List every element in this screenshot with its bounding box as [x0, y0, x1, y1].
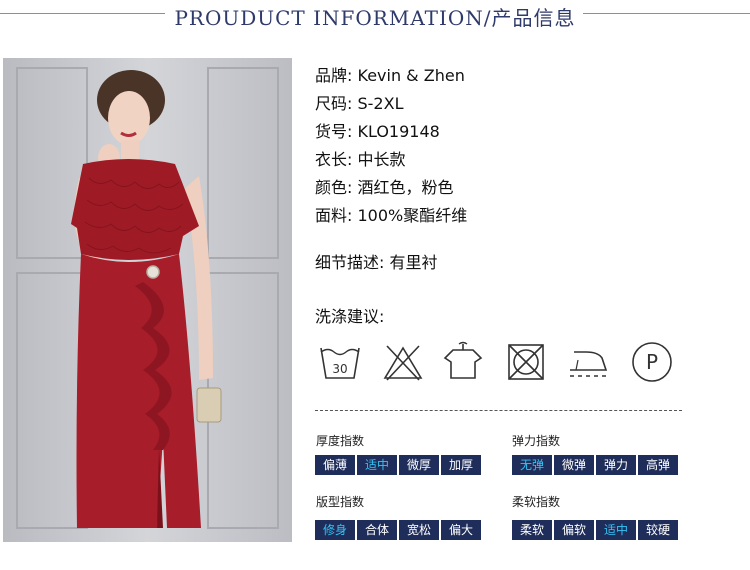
index-cell: 微厚 — [399, 455, 439, 475]
elasticity-index-title: 弹力指数 — [512, 434, 561, 448]
index-cell: 微弹 — [554, 455, 594, 475]
index-cell: 偏大 — [441, 520, 481, 540]
spec-key: 货号: — [315, 122, 353, 141]
index-cell: 柔软 — [512, 520, 552, 540]
spec-value: 100%聚酯纤维 — [357, 206, 468, 225]
elasticity-index-row: 无弹 微弹 弹力 高弹 — [512, 455, 678, 475]
wash-temp-label: 30 — [332, 362, 347, 376]
spec-value: KLO19148 — [357, 122, 440, 141]
spec-color: 颜色: 酒红色，粉色 — [315, 174, 454, 198]
index-cell: 宽松 — [399, 520, 439, 540]
iron-low-icon — [570, 351, 608, 377]
spec-value: 中长款 — [357, 150, 406, 169]
product-photo — [3, 58, 292, 542]
fit-index-row: 修身 合体 宽松 偏大 — [315, 520, 481, 540]
spec-key: 尺码: — [315, 94, 353, 113]
fit-index-title: 版型指数 — [316, 495, 365, 509]
index-cell: 较硬 — [638, 520, 678, 540]
index-cell: 加厚 — [441, 455, 481, 475]
softness-index-title: 柔软指数 — [512, 495, 561, 509]
hang-dry-icon — [443, 341, 483, 379]
spec-item-number: 货号: KLO19148 — [315, 118, 440, 142]
detail-value: 有里衬 — [389, 253, 438, 272]
spec-key: 衣长: — [315, 150, 353, 169]
index-cell: 偏薄 — [315, 455, 355, 475]
index-cell: 高弹 — [638, 455, 678, 475]
wash-30-icon: 30 — [320, 347, 360, 379]
thickness-index-title: 厚度指数 — [316, 434, 365, 448]
index-cell: 弹力 — [596, 455, 636, 475]
spec-brand: 品牌: Kevin & Zhen — [315, 62, 465, 86]
spec-fabric: 面料: 100%聚酯纤维 — [315, 202, 467, 226]
spec-value: Kevin & Zhen — [357, 66, 465, 85]
index-cell: 合体 — [357, 520, 397, 540]
index-cell-active: 无弹 — [512, 455, 552, 475]
no-bleach-icon — [383, 345, 423, 381]
header-line-left — [0, 13, 165, 14]
spec-length: 衣长: 中长款 — [315, 146, 406, 170]
spec-key: 颜色: — [315, 178, 353, 197]
index-cell-active: 适中 — [357, 455, 397, 475]
dress-illustration — [3, 58, 292, 542]
no-tumble-dry-icon — [508, 344, 544, 380]
spec-value: 酒红色，粉色 — [357, 178, 454, 197]
index-cell-active: 修身 — [315, 520, 355, 540]
detail-key: 细节描述: — [315, 253, 385, 272]
care-title: 洗涤建议: — [315, 307, 385, 326]
thickness-index-row: 偏薄 适中 微厚 加厚 — [315, 455, 481, 475]
spec-key: 面料: — [315, 206, 353, 225]
index-cell-active: 适中 — [596, 520, 636, 540]
page-title: PROUDUCT INFORMATION/产品信息 — [174, 6, 576, 30]
index-cell: 偏软 — [554, 520, 594, 540]
spec-key: 品牌: — [315, 66, 353, 85]
section-divider — [315, 410, 682, 411]
spec-value: S-2XL — [357, 94, 404, 113]
softness-index-row: 柔软 偏软 适中 较硬 — [512, 520, 678, 540]
dry-clean-p-icon: P — [632, 342, 672, 382]
dryclean-letter: P — [646, 350, 658, 374]
detail-description: 细节描述: 有里衬 — [315, 249, 438, 273]
header-line-right — [583, 13, 750, 14]
spec-size: 尺码: S-2XL — [315, 90, 403, 114]
